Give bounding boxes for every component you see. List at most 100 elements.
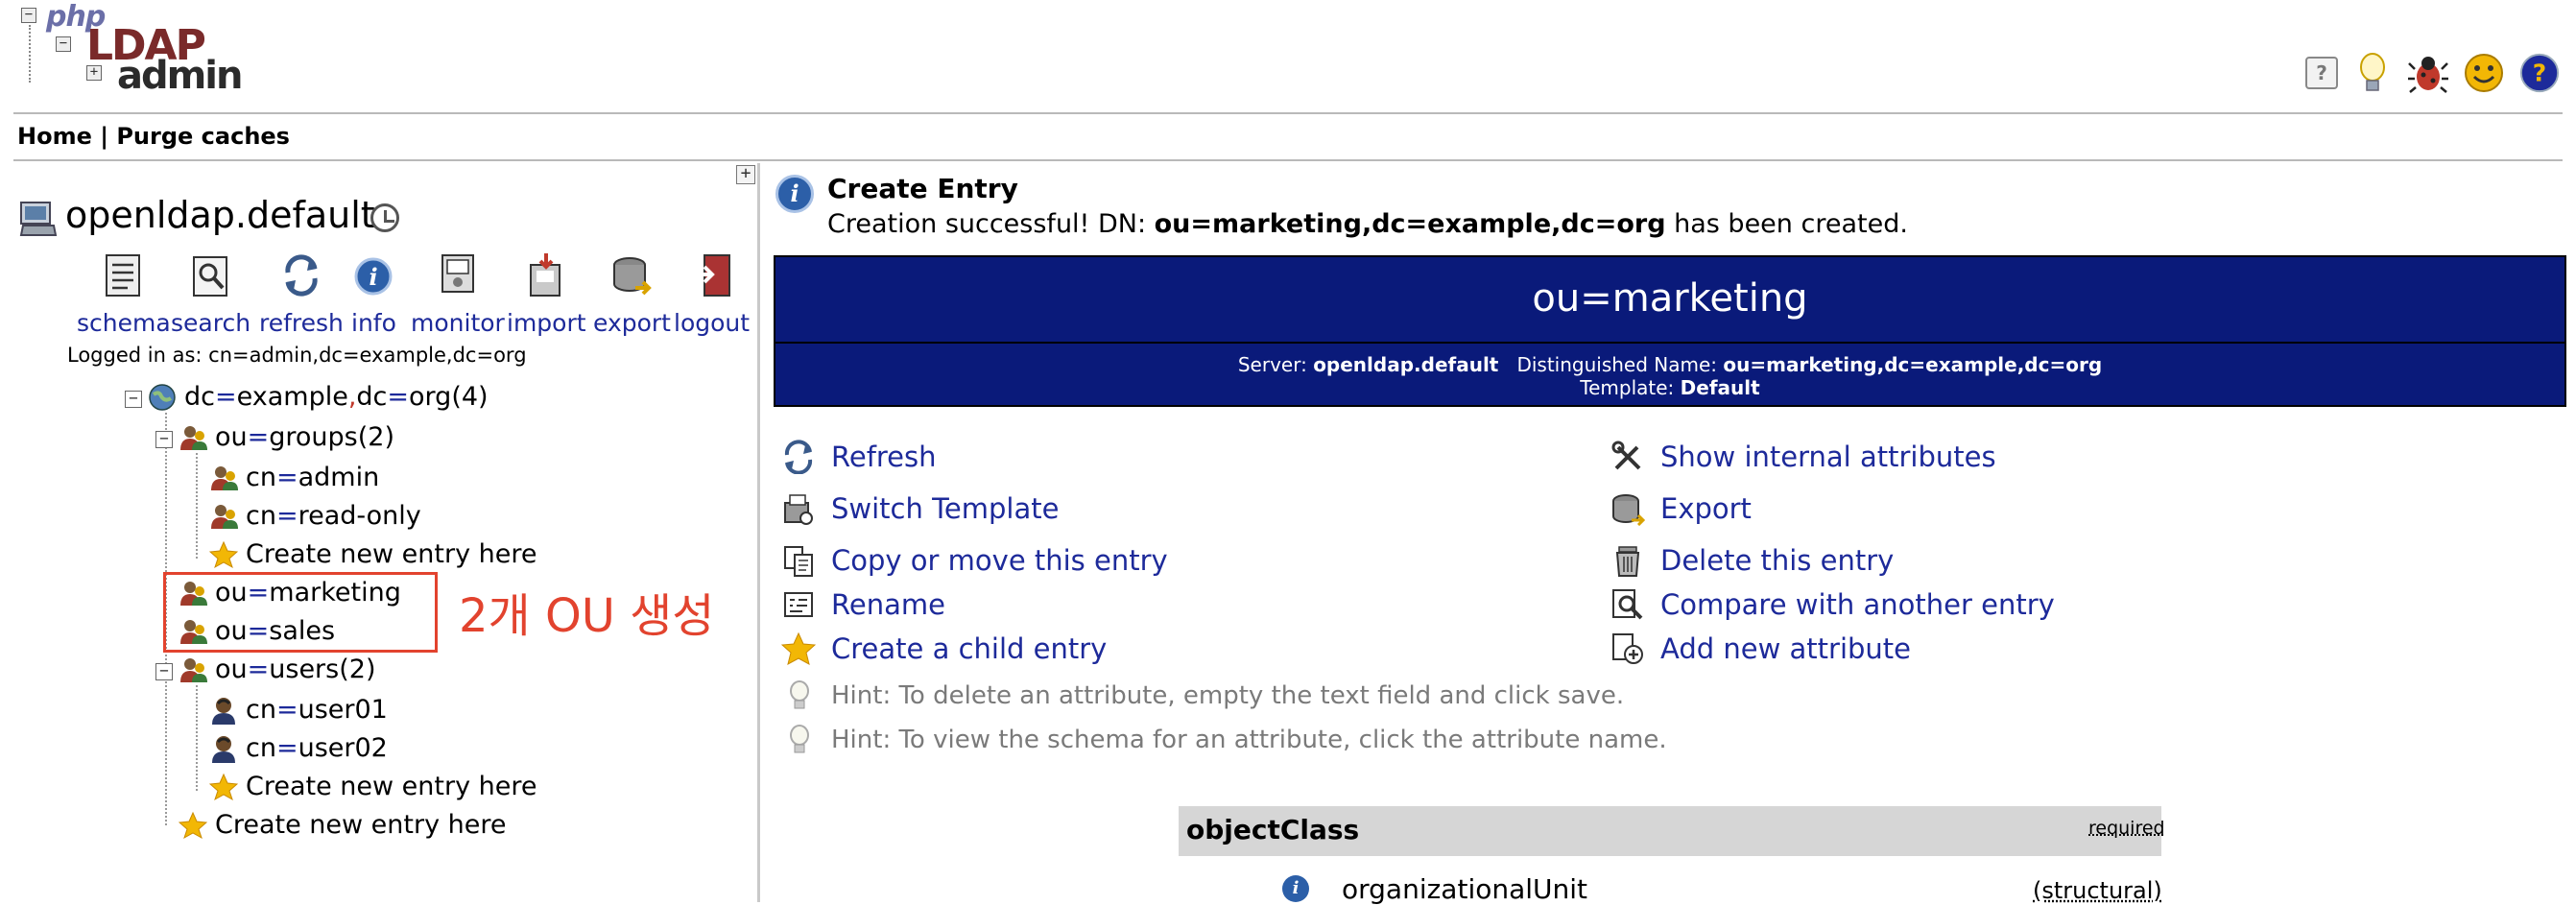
hint-delete-attribute: Hint: To delete an attribute, empty the … bbox=[785, 679, 1624, 712]
refresh-action[interactable]: Refresh bbox=[781, 440, 937, 474]
tools-icon bbox=[1610, 440, 1645, 474]
expand-panel-button[interactable]: + bbox=[736, 165, 755, 184]
tree-node-root[interactable]: dc = example, dc = org (4) bbox=[148, 382, 489, 412]
create-entry-link[interactable]: Create new entry here bbox=[209, 772, 537, 801]
rename-action[interactable]: Rename bbox=[781, 587, 945, 622]
bug-icon[interactable] bbox=[2407, 52, 2449, 94]
info-icon: i bbox=[775, 175, 814, 213]
tree-node-read-only[interactable]: cn = read-only bbox=[209, 501, 421, 531]
tree-node-groups[interactable]: ou = groups (2) bbox=[179, 422, 394, 452]
switch-template-icon bbox=[781, 491, 816, 526]
created-dn: ou=marketing,dc=example,dc=org bbox=[1155, 209, 1666, 239]
tree-node-user02[interactable]: cn = user02 bbox=[209, 733, 388, 763]
info-icon: i bbox=[352, 253, 394, 298]
purge-caches-link[interactable]: Purge caches bbox=[116, 123, 290, 150]
phpldapadmin-logo[interactable]: − − + php LDAP admin bbox=[17, 0, 219, 104]
user-icon bbox=[209, 734, 238, 763]
copy-move-action[interactable]: Copy or move this entry bbox=[781, 543, 1168, 578]
tool-label: export bbox=[593, 309, 671, 337]
add-attribute-icon bbox=[1610, 631, 1645, 666]
add-attribute-action[interactable]: Add new attribute bbox=[1610, 631, 1911, 666]
top-icon-bar: ? ? bbox=[2305, 50, 2561, 96]
lightbulb-icon bbox=[785, 679, 814, 712]
group-icon bbox=[209, 502, 238, 531]
tool-import[interactable]: import bbox=[507, 253, 586, 337]
message-title: Create Entry bbox=[827, 173, 1018, 204]
logged-in-status: Logged in as: cn=admin,dc=example,dc=org bbox=[67, 344, 527, 367]
refresh-icon bbox=[280, 253, 322, 298]
logout-icon bbox=[691, 253, 733, 298]
show-internal-attributes-action[interactable]: Show internal attributes bbox=[1610, 440, 1996, 474]
schema-icon bbox=[103, 253, 145, 298]
tool-search[interactable]: search bbox=[171, 253, 250, 337]
lightbulb-icon[interactable] bbox=[2351, 52, 2394, 94]
tool-label: logout bbox=[674, 309, 750, 337]
import-icon bbox=[525, 253, 567, 298]
search-icon bbox=[190, 253, 232, 298]
tool-label: search bbox=[171, 309, 250, 337]
attribute-value: organizationalUnit bbox=[1342, 873, 1587, 905]
tree-node-admin[interactable]: cn = admin bbox=[209, 463, 379, 492]
ou-icon bbox=[179, 655, 207, 684]
star-icon bbox=[781, 631, 816, 666]
clock-icon[interactable] bbox=[370, 203, 399, 232]
smiley-icon[interactable] bbox=[2463, 52, 2505, 94]
tool-label: schema bbox=[77, 309, 171, 337]
star-icon bbox=[179, 811, 207, 840]
info-icon[interactable]: i bbox=[1282, 875, 1309, 902]
logo-collapse-glyph: − bbox=[21, 8, 36, 23]
create-entry-link[interactable]: Create new entry here bbox=[179, 810, 507, 840]
tool-logout[interactable]: logout bbox=[674, 253, 750, 337]
success-message: Creation successful! DN: ou=marketing,dc… bbox=[827, 209, 1908, 239]
collapse-toggle[interactable]: − bbox=[155, 663, 173, 680]
entry-banner: ou=marketing Server: openldap.default Di… bbox=[774, 255, 2566, 407]
server-name[interactable]: openldap.default bbox=[65, 194, 375, 236]
tool-schema[interactable]: schema bbox=[77, 253, 171, 337]
menu-separator: | bbox=[92, 123, 116, 150]
tool-info[interactable]: i info bbox=[351, 253, 396, 337]
globe-icon bbox=[148, 383, 177, 412]
tree-node-user01[interactable]: cn = user01 bbox=[209, 695, 388, 725]
group-icon bbox=[209, 464, 238, 492]
export-action[interactable]: Export bbox=[1610, 491, 1752, 526]
annotation-text: 2개 OU 생성 bbox=[459, 578, 714, 645]
collapse-toggle[interactable]: − bbox=[125, 391, 142, 408]
compare-entry-action[interactable]: Compare with another entry bbox=[1610, 587, 2055, 622]
entry-meta: Server: openldap.default Distinguished N… bbox=[775, 353, 2564, 399]
create-child-action[interactable]: Create a child entry bbox=[781, 631, 1107, 666]
ou-icon bbox=[179, 423, 207, 452]
entry-rdn: ou=marketing bbox=[775, 276, 2564, 321]
refresh-icon bbox=[781, 440, 816, 474]
tool-refresh[interactable]: refresh bbox=[259, 253, 344, 337]
tool-label: info bbox=[351, 309, 396, 337]
menu-divider bbox=[13, 159, 2563, 161]
help-icon[interactable]: ? bbox=[2305, 57, 2338, 89]
star-icon bbox=[209, 540, 238, 569]
svg-text:i: i bbox=[370, 263, 378, 291]
tool-label: import bbox=[507, 309, 586, 337]
export-icon bbox=[610, 253, 653, 298]
logo-collapse-glyph: − bbox=[56, 36, 71, 52]
header-divider bbox=[13, 112, 2563, 114]
star-icon bbox=[209, 773, 238, 801]
delete-entry-action[interactable]: Delete this entry bbox=[1610, 543, 1894, 578]
compare-icon bbox=[1610, 587, 1645, 622]
collapse-toggle[interactable]: − bbox=[155, 431, 173, 448]
tool-label: refresh bbox=[259, 309, 344, 337]
tool-monitor[interactable]: monitor bbox=[411, 253, 505, 337]
tool-export[interactable]: export bbox=[593, 253, 671, 337]
server-icon bbox=[19, 197, 58, 239]
monitor-icon bbox=[437, 253, 479, 298]
home-link[interactable]: Home bbox=[17, 123, 92, 150]
tree-node-users[interactable]: ou = users (2) bbox=[179, 655, 375, 684]
highlight-box bbox=[163, 572, 438, 653]
create-entry-link[interactable]: Create new entry here bbox=[209, 539, 537, 569]
trash-icon bbox=[1610, 543, 1645, 578]
user-icon bbox=[209, 696, 238, 725]
hint-attribute-schema: Hint: To view the schema for an attribut… bbox=[785, 724, 1667, 756]
top-menu: Home | Purge caches bbox=[17, 123, 290, 150]
switch-template-action[interactable]: Switch Template bbox=[781, 491, 1059, 526]
support-icon[interactable]: ? bbox=[2518, 52, 2561, 94]
copy-icon bbox=[781, 543, 816, 578]
attribute-name-link[interactable]: objectClass bbox=[1186, 814, 1359, 845]
